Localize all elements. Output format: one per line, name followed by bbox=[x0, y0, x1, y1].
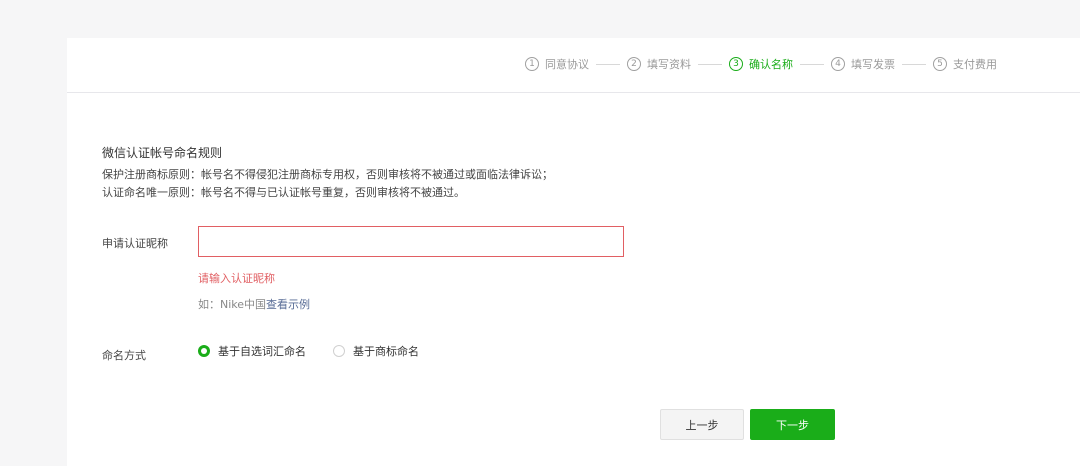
step-1-label: 同意协议 bbox=[545, 58, 589, 71]
step-3-number: 3 bbox=[729, 57, 743, 71]
nickname-hint: 如：Nike中国查看示例 bbox=[198, 296, 310, 312]
naming-method-label: 命名方式 bbox=[102, 349, 146, 362]
step-5-number: 5 bbox=[933, 57, 947, 71]
radio-unchecked-icon bbox=[333, 345, 345, 357]
rule-trademark: 保护注册商标原则：帐号名不得侵犯注册商标专用权，否则审核将不被通过或面临法律诉讼… bbox=[102, 168, 553, 181]
nickname-label: 申请认证昵称 bbox=[102, 237, 168, 250]
step-4: 4 填写发票 bbox=[831, 56, 895, 72]
view-example-link[interactable]: 查看示例 bbox=[266, 298, 310, 311]
naming-method-radio-group: 基于自选词汇命名 基于商标命名 bbox=[198, 343, 446, 359]
radio-custom-words[interactable]: 基于自选词汇命名 bbox=[198, 343, 306, 359]
step-5-label: 支付费用 bbox=[953, 58, 997, 71]
steps-list: 1 同意协议 2 填写资料 3 确认名称 4 填写发票 5 支付费用 bbox=[525, 56, 997, 72]
naming-rules: 微信认证帐号命名规则 保护注册商标原则：帐号名不得侵犯注册商标专用权，否则审核将… bbox=[102, 144, 553, 202]
step-2-number: 2 bbox=[627, 57, 641, 71]
previous-step-button[interactable]: 上一步 bbox=[660, 409, 744, 440]
step-4-number: 4 bbox=[831, 57, 845, 71]
rules-title: 微信认证帐号命名规则 bbox=[102, 146, 223, 160]
progress-steps: 1 同意协议 2 填写资料 3 确认名称 4 填写发票 5 支付费用 bbox=[67, 38, 1080, 93]
step-divider bbox=[902, 63, 926, 65]
radio-checked-icon bbox=[198, 345, 210, 357]
radio-custom-words-label: 基于自选词汇命名 bbox=[218, 345, 306, 358]
nickname-input[interactable] bbox=[198, 226, 624, 257]
hint-example-text: 如：Nike中国 bbox=[198, 298, 267, 311]
step-2: 2 填写资料 bbox=[627, 56, 691, 72]
next-step-button[interactable]: 下一步 bbox=[750, 409, 835, 440]
nickname-error: 请输入认证昵称 bbox=[198, 272, 275, 285]
step-4-label: 填写发票 bbox=[851, 58, 895, 71]
step-divider bbox=[800, 63, 824, 65]
step-divider bbox=[698, 63, 722, 65]
radio-trademark[interactable]: 基于商标命名 bbox=[333, 343, 419, 359]
step-1: 1 同意协议 bbox=[525, 56, 589, 72]
step-3-label: 确认名称 bbox=[749, 58, 793, 71]
step-divider bbox=[596, 63, 620, 65]
step-1-number: 1 bbox=[525, 57, 539, 71]
step-3: 3 确认名称 bbox=[729, 56, 793, 72]
radio-trademark-label: 基于商标命名 bbox=[353, 345, 419, 358]
step-5: 5 支付费用 bbox=[933, 56, 997, 72]
rule-unique: 认证命名唯一原则：帐号名不得与已认证帐号重复，否则审核将不被通过。 bbox=[102, 186, 465, 199]
step-2-label: 填写资料 bbox=[647, 58, 691, 71]
content-panel: 1 同意协议 2 填写资料 3 确认名称 4 填写发票 5 支付费用 微信认证帐… bbox=[67, 38, 1080, 466]
